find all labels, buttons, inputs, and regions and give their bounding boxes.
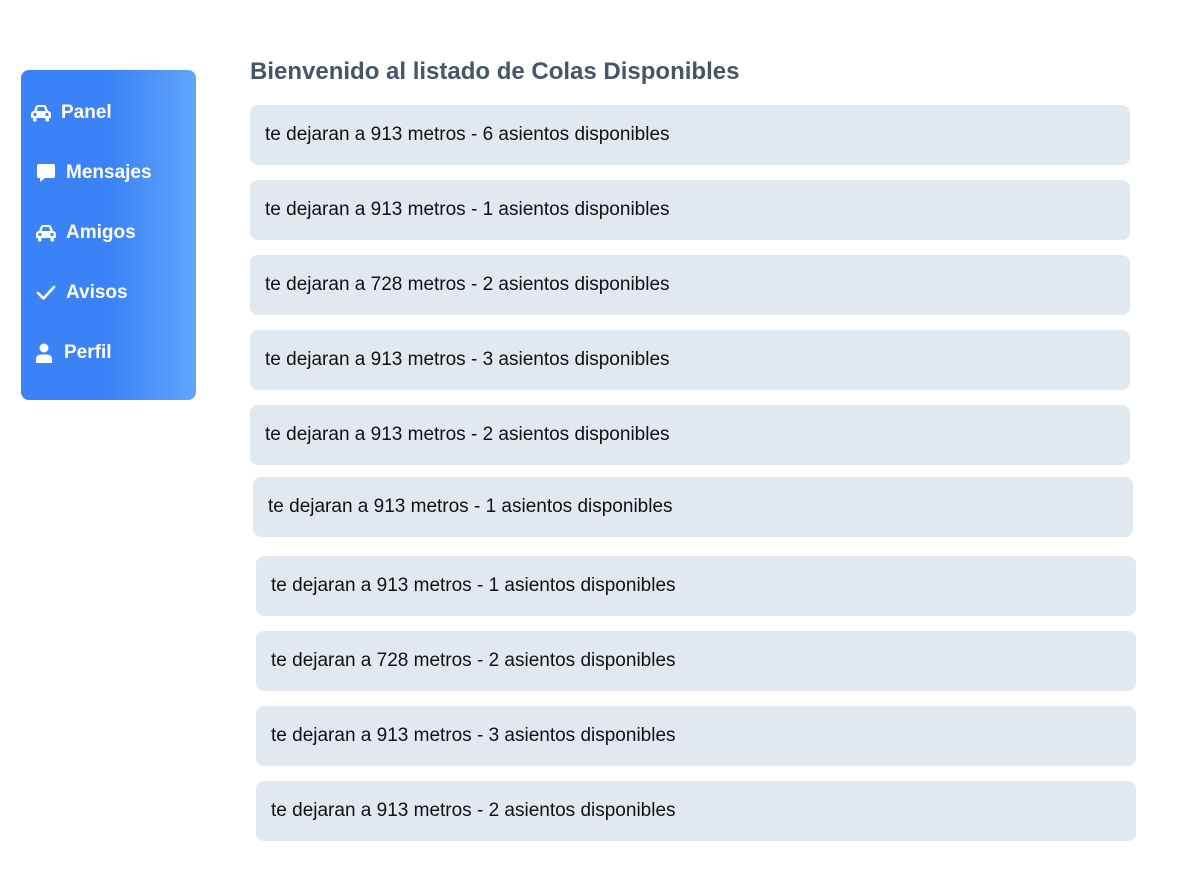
sidebar-item-amigos[interactable]: Amigos bbox=[35, 222, 136, 244]
ride-list-item[interactable]: te dejaran a 913 metros - 6 asientos dis… bbox=[250, 105, 1130, 165]
ride-list-item[interactable]: te dejaran a 913 metros - 1 asientos dis… bbox=[256, 556, 1136, 616]
user-icon bbox=[33, 342, 55, 364]
sidebar-item-label: Perfil bbox=[64, 342, 112, 363]
ride-list-item[interactable]: te dejaran a 728 metros - 2 asientos dis… bbox=[250, 255, 1130, 315]
sidebar-nav: Panel Mensajes Amigos Avisos Perfil bbox=[21, 70, 196, 400]
sidebar-item-label: Avisos bbox=[66, 282, 128, 303]
sidebar-item-mensajes[interactable]: Mensajes bbox=[35, 162, 152, 184]
sidebar-item-avisos[interactable]: Avisos bbox=[35, 282, 128, 304]
ride-list-item[interactable]: te dejaran a 913 metros - 3 asientos dis… bbox=[250, 330, 1130, 390]
ride-list-item[interactable]: te dejaran a 913 metros - 2 asientos dis… bbox=[250, 405, 1130, 465]
sidebar-item-label: Amigos bbox=[66, 222, 136, 243]
sidebar-item-perfil[interactable]: Perfil bbox=[33, 342, 112, 364]
ride-list-item[interactable]: te dejaran a 913 metros - 1 asientos dis… bbox=[253, 477, 1133, 537]
sidebar-item-label: Panel bbox=[61, 102, 112, 123]
ride-list-item[interactable]: te dejaran a 913 metros - 1 asientos dis… bbox=[250, 180, 1130, 240]
car-icon bbox=[30, 102, 52, 124]
ride-list-item[interactable]: te dejaran a 913 metros - 2 asientos dis… bbox=[256, 781, 1136, 841]
message-icon bbox=[35, 162, 57, 184]
page-title: Bienvenido al listado de Colas Disponibl… bbox=[250, 58, 740, 85]
ride-list-item[interactable]: te dejaran a 728 metros - 2 asientos dis… bbox=[256, 631, 1136, 691]
sidebar-item-label: Mensajes bbox=[66, 162, 152, 183]
sidebar-item-panel[interactable]: Panel bbox=[30, 102, 112, 124]
check-icon bbox=[35, 282, 57, 304]
ride-list-item[interactable]: te dejaran a 913 metros - 3 asientos dis… bbox=[256, 706, 1136, 766]
car-icon bbox=[35, 222, 57, 244]
